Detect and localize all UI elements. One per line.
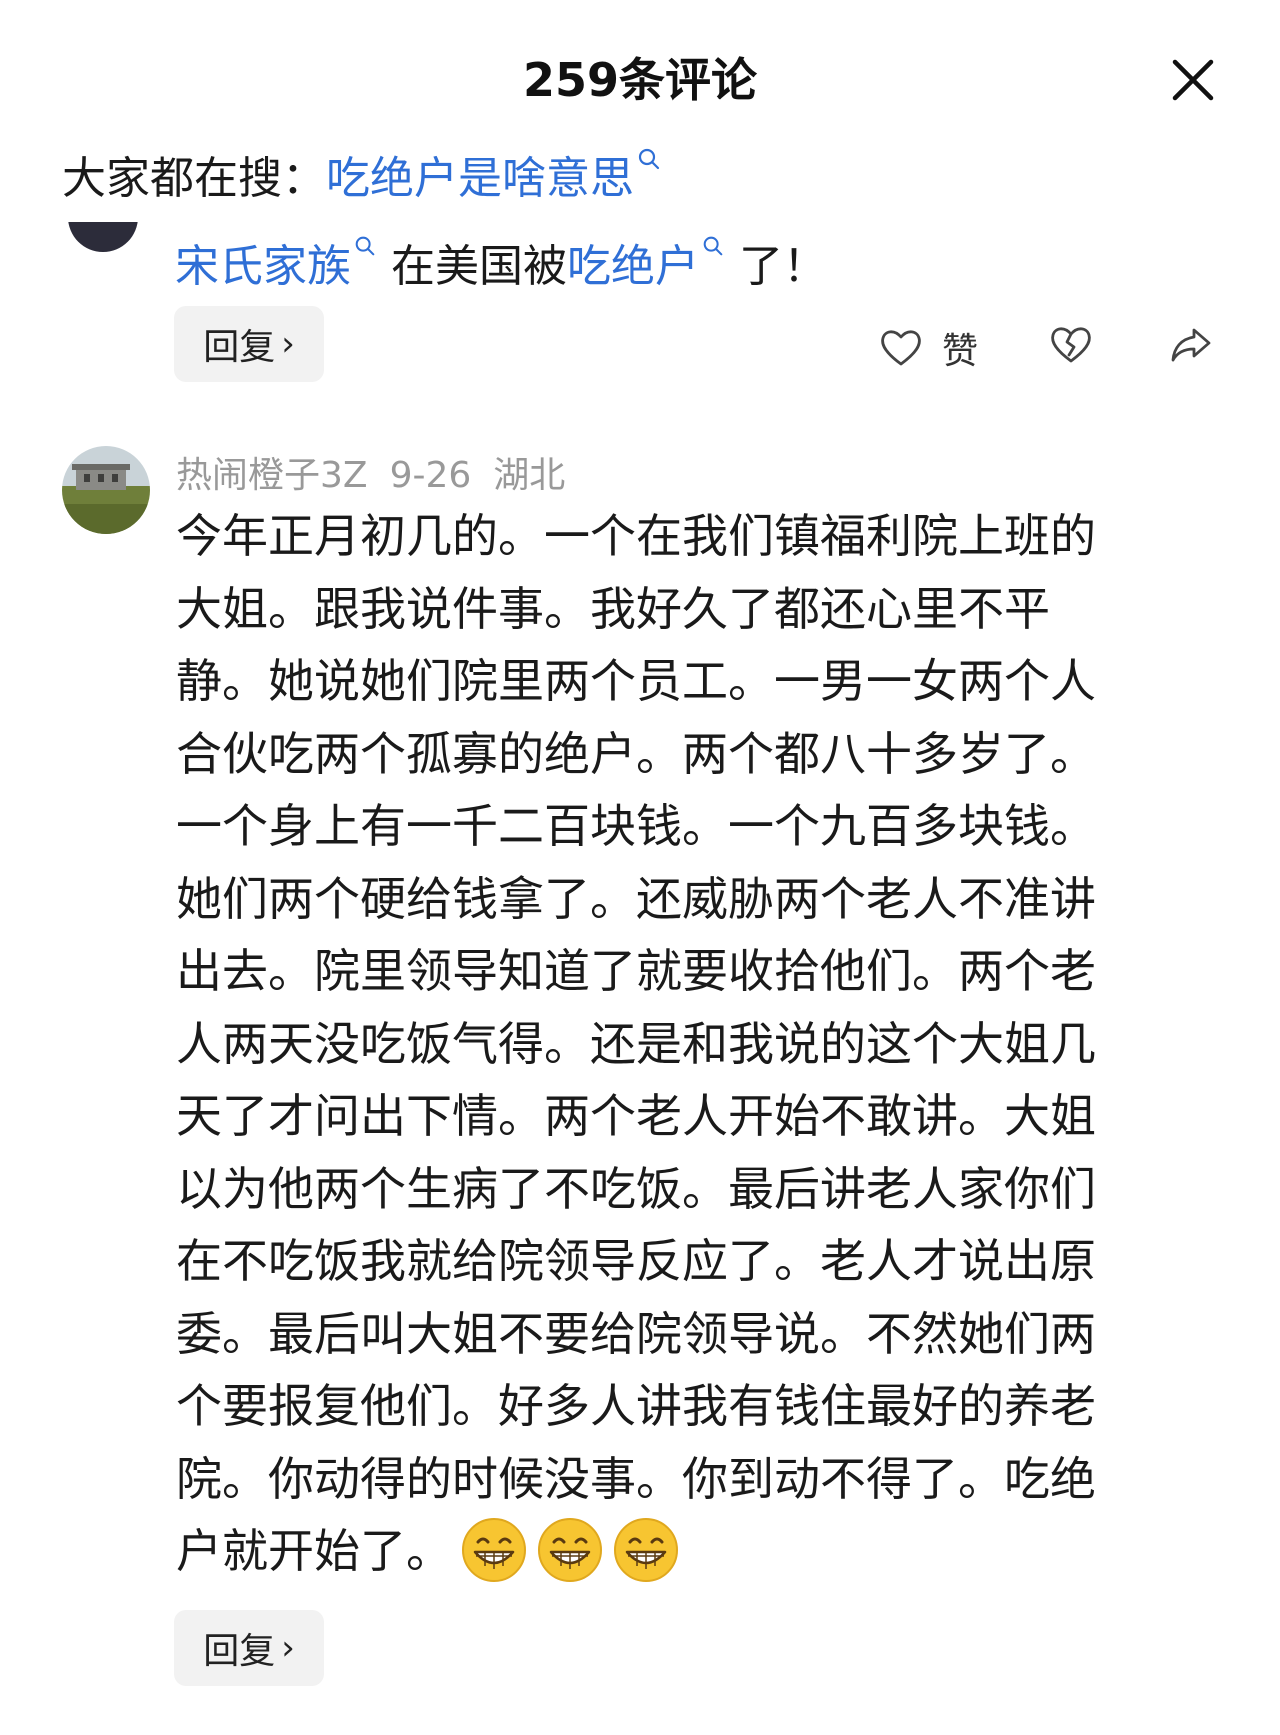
previous-comment-clipped: 宋氏家族 在美国被吃绝户 了！ [0, 222, 1280, 292]
grin-emoji-icon [612, 1516, 680, 1584]
comment-line: 人两天没吃饭气得。还是和我说的这个大姐几 [176, 1016, 1096, 1071]
reply-label: 回复 [203, 327, 276, 368]
chevron-right-icon: › [281, 1628, 295, 1668]
comment-line: 静。她说她们院里两个员工。一男一女两个人 [176, 654, 1096, 708]
broken-heart-icon [1051, 327, 1091, 363]
like-label: 赞 [942, 331, 979, 372]
topic-link[interactable]: 宋氏家族 [175, 241, 351, 292]
share-button[interactable] [1168, 322, 1214, 368]
trending-search-prefix: 大家都在搜： [62, 153, 326, 204]
like-button[interactable]: 赞 [878, 322, 978, 374]
heart-icon [881, 330, 921, 366]
comment-line: 一个身上有一千二百块钱。一个九百多块钱。 [176, 799, 1096, 853]
close-icon [1172, 59, 1214, 101]
avatar[interactable] [62, 446, 150, 534]
comment-line: 今年正月初几的。一个在我们镇福利院上班的 [176, 509, 1096, 563]
comment-line: 委。最后叫大姐不要给院领导说。不然她们两 [176, 1306, 1096, 1361]
comment-line: 以为他两个生病了不吃饭。最后讲老人家你们 [176, 1161, 1096, 1216]
grin-emoji-icon [536, 1516, 604, 1584]
chevron-right-icon: › [281, 324, 295, 364]
reply-button[interactable]: 回复 › [174, 306, 324, 382]
comment-meta: 热闹橙子3Z 9-26 湖北 [176, 446, 587, 498]
author-name[interactable]: 热闹橙子3Z [176, 455, 368, 496]
reply-label: 回复 [203, 1631, 276, 1672]
previous-comment-segment: 在美国被 [377, 241, 567, 292]
comments-header: 259条评论 [0, 0, 1280, 150]
comment-body: 今年正月初几的。一个在我们镇福利院上班的 大姐。跟我说件事。我好久了都还心里不平… [176, 500, 1176, 1588]
dislike-button[interactable] [1048, 322, 1094, 368]
avatar[interactable] [68, 222, 138, 252]
comment-line: 合伙吃两个孤寡的绝户。两个都八十多岁了。 [176, 726, 1096, 781]
share-icon [1171, 328, 1211, 362]
comment-line-text: 户就开始了。 [176, 1524, 452, 1578]
comment-line: 出去。院里领导知道了就要收拾他们。两个老 [176, 944, 1096, 998]
comment-line: 在不吃饭我就给院领导反应了。老人才说出原 [176, 1234, 1096, 1288]
close-button[interactable] [1165, 52, 1221, 108]
comment-line: 大姐。跟我说件事。我好久了都还心里不平 [176, 581, 1050, 636]
trending-search-link[interactable]: 吃绝户是啥意思 [326, 153, 634, 204]
previous-comment-text: 宋氏家族 在美国被吃绝户 了！ [175, 230, 827, 292]
search-icon [355, 236, 375, 256]
previous-comment-segment: 了！ [725, 241, 827, 292]
comment-count-title: 259条评论 [522, 53, 758, 107]
comment-location: 湖北 [493, 455, 566, 496]
search-icon [638, 148, 660, 170]
topic-link[interactable]: 吃绝户 [567, 241, 699, 292]
reply-button[interactable]: 回复 › [174, 1610, 324, 1686]
grin-emoji-icon [460, 1516, 528, 1584]
trending-search: 大家都在搜：吃绝户是啥意思 [62, 142, 662, 204]
avatar-photo [62, 446, 150, 534]
comment-line: 天了才问出下情。两个老人开始不敢讲。大姐 [176, 1089, 1096, 1143]
comment-last-line: 户就开始了。 [176, 1515, 1176, 1588]
search-icon [703, 236, 723, 256]
comment-date: 9-26 [389, 455, 472, 496]
comment-line: 院。你动得的时候没事。你到动不得了。吃绝 [176, 1451, 1096, 1506]
comment-line: 她们两个硬给钱拿了。还威胁两个老人不准讲 [176, 871, 1096, 926]
comment-line: 个要报复他们。好多人讲我有钱住最好的养老 [176, 1379, 1096, 1433]
